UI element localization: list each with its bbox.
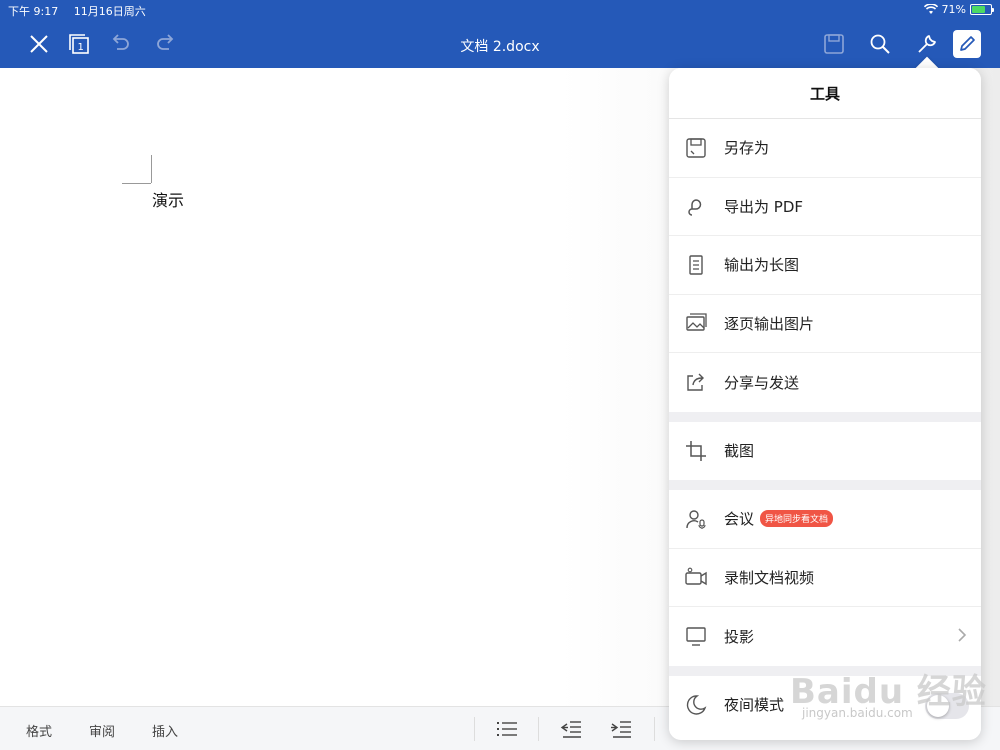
menu-item-label: 另存为 <box>724 139 770 158</box>
menu-item-label: 截图 <box>724 442 755 461</box>
status-time: 下午 9:17 <box>8 5 59 18</box>
save-icon <box>824 34 844 54</box>
menu-item-label: 投影 <box>724 627 755 646</box>
top-toolbar: 下午 9:17 11月16日周六 71% 1 文档 2.docx <box>0 0 1000 68</box>
tab-review[interactable]: 审阅 <box>89 721 115 740</box>
menu-item-long-image[interactable]: 输出为长图 <box>669 236 981 295</box>
tab-insert[interactable]: 插入 <box>152 721 178 740</box>
section-gap <box>669 480 981 490</box>
menu-item-label: 输出为长图 <box>724 256 800 275</box>
pencil-icon <box>960 36 975 51</box>
bullet-list-icon <box>497 722 517 736</box>
chevron-right-icon <box>958 628 967 642</box>
wifi-icon <box>923 4 938 14</box>
tools-button[interactable] <box>913 30 941 58</box>
watermark-url: jingyan.baidu.com <box>802 706 913 720</box>
menu-item-label: 夜间模式 <box>724 696 785 715</box>
edit-button[interactable] <box>953 30 981 58</box>
menu-item-label: 导出为 PDF <box>724 197 803 216</box>
save-as-icon <box>685 137 707 159</box>
menu-item-label: 分享与发送 <box>724 373 800 392</box>
menu-item-label: 会议 <box>724 510 755 529</box>
menu-item-share[interactable]: 分享与发送 <box>669 353 981 412</box>
panel-title: 工具 <box>669 68 981 119</box>
menu-item-save-as[interactable]: 另存为 <box>669 119 981 178</box>
menu-item-label: 逐页输出图片 <box>724 314 815 333</box>
wrench-icon <box>918 35 936 53</box>
menu-item-export-pdf[interactable]: 导出为 PDF <box>669 177 981 236</box>
margin-mark <box>122 183 151 184</box>
indent-icon <box>611 721 631 738</box>
save-button[interactable] <box>820 30 848 58</box>
outdent-icon <box>560 721 581 738</box>
menu-item-meeting[interactable]: 会议 异地同步看文档 <box>669 490 981 549</box>
moon-icon <box>685 694 707 716</box>
tab-format[interactable]: 格式 <box>26 721 52 740</box>
status-bar: 下午 9:17 11月16日周六 71% <box>0 0 1000 20</box>
menu-item-screenshot[interactable]: 截图 <box>669 421 981 480</box>
battery-percent: 71% <box>941 3 966 16</box>
battery-icon <box>970 4 994 15</box>
document-text[interactable]: 演示 <box>152 187 184 211</box>
projection-icon <box>685 625 707 647</box>
document-title: 文档 2.docx <box>460 39 540 55</box>
tools-panel: 工具 另存为 导出为 PDF 输出为长图 逐页输出图片 分享与发送 截图 会议 … <box>669 68 981 740</box>
margin-mark <box>151 155 152 183</box>
divider <box>474 717 475 741</box>
menu-item-page-images[interactable]: 逐页输出图片 <box>669 294 981 353</box>
meeting-badge: 异地同步看文档 <box>760 510 834 528</box>
video-record-icon <box>685 566 707 588</box>
meeting-icon <box>685 508 707 530</box>
menu-item-record-video[interactable]: 录制文档视频 <box>669 548 981 607</box>
divider <box>538 717 539 741</box>
status-date: 11月16日周六 <box>73 5 146 18</box>
decrease-indent-button[interactable] <box>559 717 583 741</box>
menu-item-projection[interactable]: 投影 <box>669 607 981 666</box>
search-icon <box>870 34 890 54</box>
increase-indent-button[interactable] <box>609 717 633 741</box>
export-pdf-icon <box>685 195 707 217</box>
section-gap <box>669 411 981 422</box>
list-button[interactable] <box>495 717 519 741</box>
divider <box>654 717 655 741</box>
menu-item-label: 录制文档视频 <box>724 568 815 587</box>
page-images-icon <box>685 312 707 334</box>
share-icon <box>685 371 707 393</box>
crop-icon <box>685 440 707 462</box>
long-image-icon <box>685 254 707 276</box>
search-button[interactable] <box>866 30 894 58</box>
